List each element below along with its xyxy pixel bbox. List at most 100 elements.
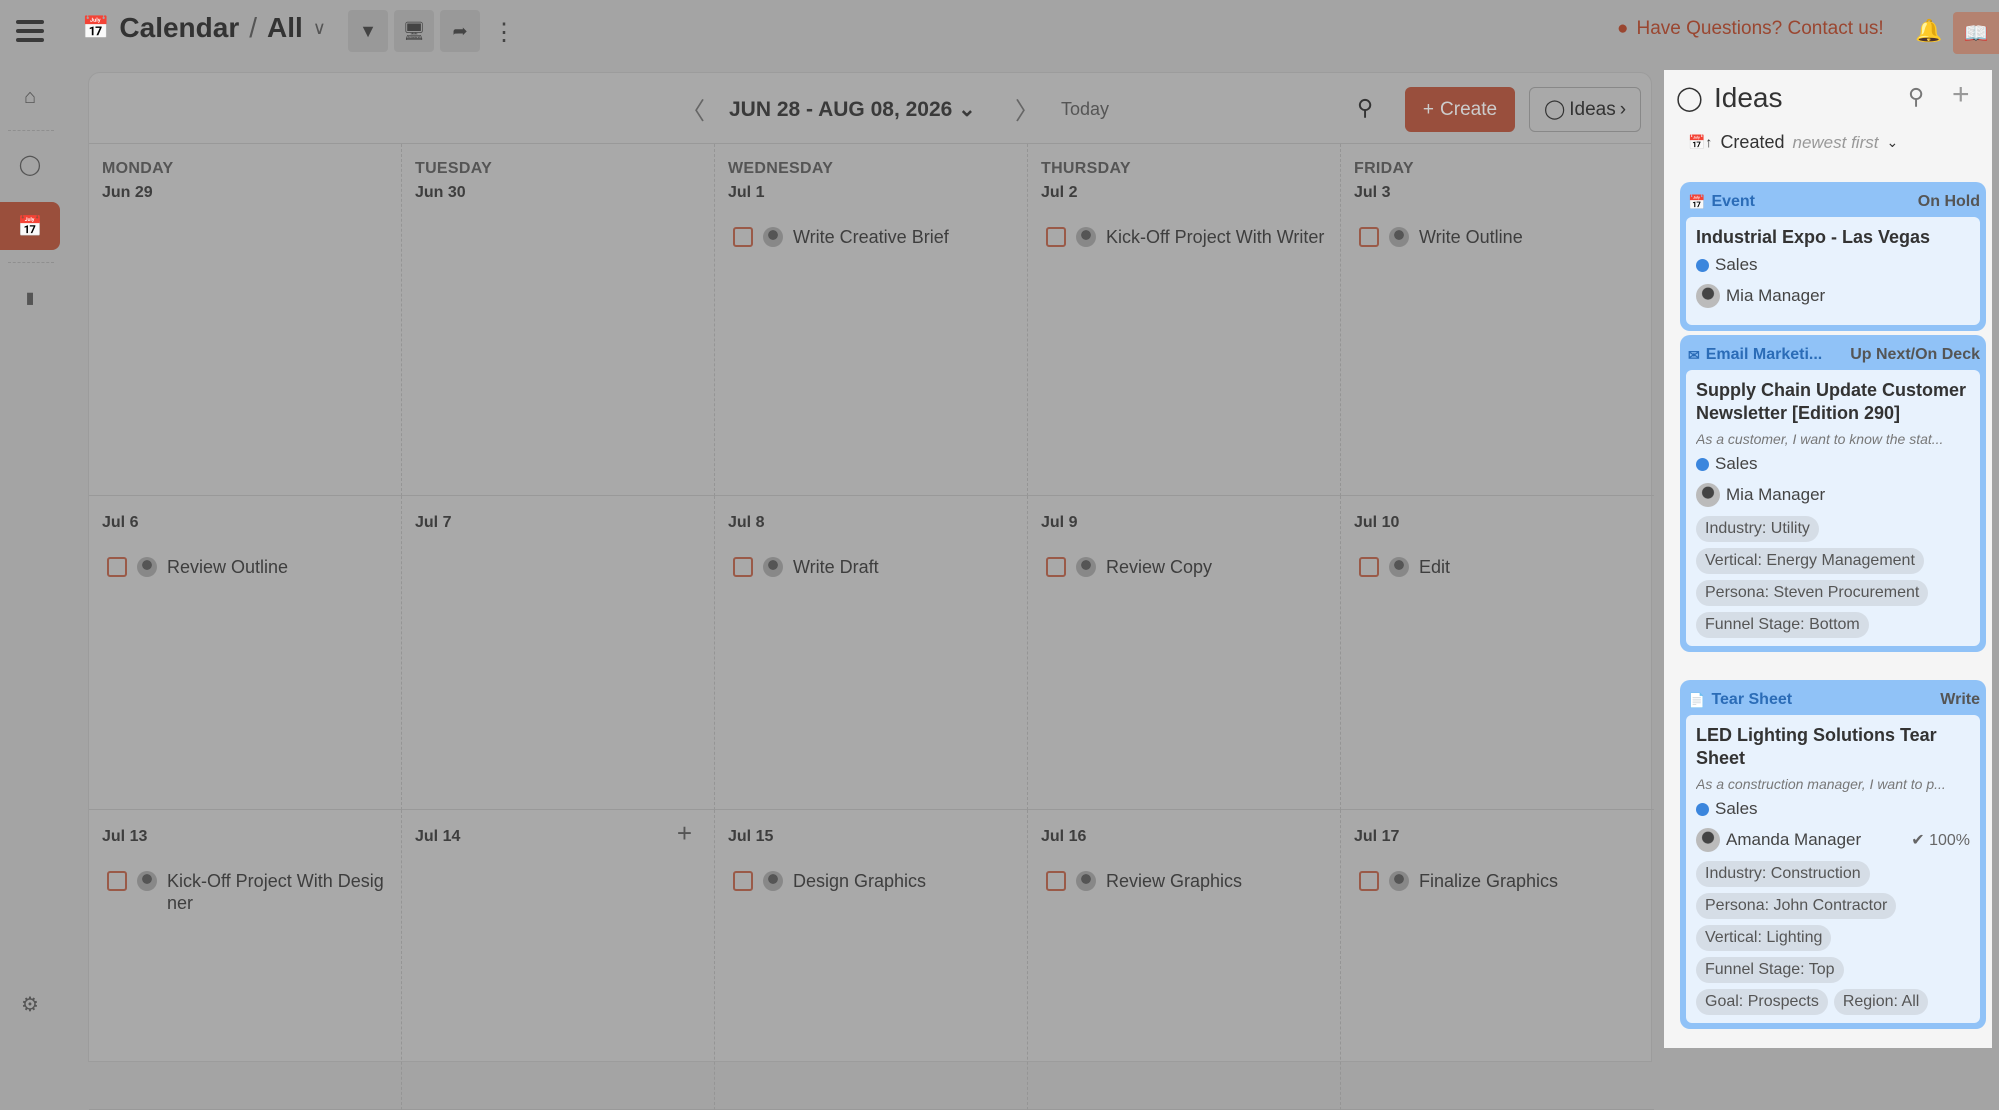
contact-link[interactable]: ● Have Questions? Contact us!	[1617, 18, 1884, 40]
more-icon[interactable]: ⋮	[492, 18, 516, 47]
lightbulb-icon: ◯	[1543, 99, 1566, 120]
task-item[interactable]: Write Draft	[733, 556, 1013, 578]
task-checkbox[interactable]	[107, 871, 127, 891]
tag: Funnel Stage: Top	[1696, 957, 1844, 983]
sidebar: ⌂ ◯ 📅 ▮ ⚙	[0, 70, 84, 1048]
next-icon[interactable]: 〉	[1015, 91, 1039, 126]
day-date: Jul 2	[1041, 184, 1078, 201]
day-cell[interactable]: Jul 6 Review Outline	[89, 496, 402, 810]
home-icon[interactable]: ⌂	[0, 86, 60, 109]
ideas-button[interactable]: ◯ Ideas ›	[1529, 87, 1641, 132]
chevron-down-icon[interactable]: ∨	[313, 18, 326, 39]
task-item[interactable]: Write Creative Brief	[733, 226, 1013, 248]
task-checkbox[interactable]	[1046, 227, 1066, 247]
task-item[interactable]: Review Copy	[1046, 556, 1326, 578]
task-checkbox[interactable]	[107, 557, 127, 577]
sort-selector[interactable]: 📅↑ Created newest first ⌄	[1688, 132, 1898, 153]
day-date: Jul 15	[728, 828, 774, 845]
day-cell[interactable]: Jul 10 Edit	[1341, 496, 1654, 810]
task-item[interactable]: Review Graphics	[1046, 870, 1326, 892]
filter-icon: ▼	[359, 20, 377, 41]
task-checkbox[interactable]	[1046, 557, 1066, 577]
view-selector[interactable]: All	[267, 12, 303, 44]
idea-card[interactable]: 📄 Tear Sheet Write LED Lighting Solutions …	[1680, 680, 1986, 1029]
task-item[interactable]: Kick-Off Project With Designer	[107, 870, 387, 914]
idea-card[interactable]: 📅 Event On Hold Industrial Expo - Las Vega…	[1680, 182, 1986, 331]
day-cell[interactable]: TUESDAY Jun 30	[402, 144, 715, 496]
bell-icon[interactable]: 🔔	[1915, 18, 1942, 44]
tag: Industry: Construction	[1696, 861, 1870, 887]
day-date: Jun 29	[102, 184, 153, 201]
task-title: Review Outline	[167, 557, 289, 577]
status-badge: On Hold	[1917, 193, 1980, 210]
calendar-nav-icon[interactable]: 📅	[0, 202, 60, 250]
day-date: Jul 13	[102, 828, 148, 845]
task-checkbox[interactable]	[733, 557, 753, 577]
idea-description: As a customer, I want to know the stat..…	[1696, 431, 1944, 447]
task-item[interactable]: Kick-Off Project With Writer	[1046, 226, 1326, 248]
task-checkbox[interactable]	[733, 871, 753, 891]
task-checkbox[interactable]	[1046, 871, 1066, 891]
task-checkbox[interactable]	[1359, 871, 1379, 891]
idea-type: 📅 Event	[1688, 193, 1755, 211]
idea-card[interactable]: ✉ Email Marketi... Up Next/On Deck Supply …	[1680, 335, 1986, 652]
filter-button[interactable]: ▼	[348, 10, 388, 52]
present-button[interactable]: 🖥	[394, 10, 434, 52]
task-item[interactable]: Edit	[1359, 556, 1639, 578]
chevron-right-icon: ›	[1619, 98, 1627, 120]
share-button[interactable]: ➦	[440, 10, 480, 52]
add-icon[interactable]: +	[677, 818, 692, 849]
weekday-header: MONDAY	[102, 160, 174, 177]
day-date: Jul 6	[102, 514, 139, 531]
day-date: Jul 8	[728, 514, 765, 531]
today-button[interactable]: Today	[1061, 99, 1109, 120]
day-date: Jul 9	[1041, 514, 1078, 531]
day-cell[interactable]: Jul 15 Design Graphics	[715, 810, 1028, 1110]
task-checkbox[interactable]	[733, 227, 753, 247]
create-button[interactable]: + Create	[1405, 87, 1515, 132]
search-icon[interactable]: ⚲	[1908, 84, 1924, 110]
task-checkbox[interactable]	[1359, 557, 1379, 577]
task-item[interactable]: Write Outline	[1359, 226, 1639, 248]
task-item[interactable]: Review Outline	[107, 556, 387, 578]
tag: Persona: Steven Procurement	[1696, 580, 1929, 606]
tag: Persona: John Contractor	[1696, 893, 1897, 919]
day-cell[interactable]: Jul 7	[402, 496, 715, 810]
day-cell[interactable]: THURSDAY Jul 2 Kick-Off Project With Writ…	[1028, 144, 1341, 496]
day-cell[interactable]: WEDNESDAY Jul 1 Write Creative Brief	[715, 144, 1028, 496]
day-cell[interactable]: FRIDAY Jul 3 Write Outline	[1341, 144, 1654, 496]
task-item[interactable]: Design Graphics	[733, 870, 1013, 892]
add-icon[interactable]: +	[1952, 78, 1970, 112]
idea-title: Supply Chain Update Customer Newsletter …	[1696, 380, 1967, 423]
chat-bubble-icon: ●	[1617, 18, 1629, 39]
day-cell[interactable]: Jul 17 Finalize Graphics	[1341, 810, 1654, 1110]
avatar	[137, 557, 157, 577]
idea-type: ✉ Email Marketi...	[1688, 346, 1822, 364]
date-range: JUN 28 - AUG 08, 2026	[729, 98, 953, 121]
day-date: Jul 17	[1354, 828, 1400, 845]
task-item[interactable]: Finalize Graphics	[1359, 870, 1639, 892]
owner-name: Mia Manager	[1726, 485, 1826, 504]
day-cell[interactable]: Jul 9 Review Copy	[1028, 496, 1341, 810]
day-cell[interactable]: Jul 13 Kick-Off Project With Designer	[89, 810, 402, 1110]
gear-icon[interactable]: ⚙	[0, 992, 60, 1017]
book-icon[interactable]: 📖	[1953, 12, 1999, 54]
avatar	[763, 227, 783, 247]
sort-field: Created	[1720, 132, 1785, 152]
day-cell[interactable]: Jul 8 Write Draft	[715, 496, 1028, 810]
search-icon[interactable]: ⚲	[1357, 95, 1373, 121]
weekday-header: THURSDAY	[1041, 160, 1131, 177]
task-checkbox[interactable]	[1359, 227, 1379, 247]
analytics-icon[interactable]: ▮	[0, 288, 60, 308]
type-label: Email Marketi...	[1705, 346, 1823, 363]
menu-icon[interactable]	[16, 20, 44, 42]
day-cell[interactable]: Jul 14 +	[402, 810, 715, 1110]
lightbulb-icon[interactable]: ◯	[0, 152, 60, 177]
day-cell[interactable]: Jul 16 Review Graphics	[1028, 810, 1341, 1110]
date-range-selector[interactable]: JUN 28 - AUG 08, 2026 ⌄	[729, 97, 976, 122]
contact-text: Have Questions? Contact us!	[1636, 18, 1884, 39]
day-cell[interactable]: MONDAY Jun 29	[89, 144, 402, 496]
page-title: Calendar	[119, 12, 240, 43]
previous-icon[interactable]: 〈	[681, 91, 705, 126]
avatar	[1696, 284, 1720, 308]
